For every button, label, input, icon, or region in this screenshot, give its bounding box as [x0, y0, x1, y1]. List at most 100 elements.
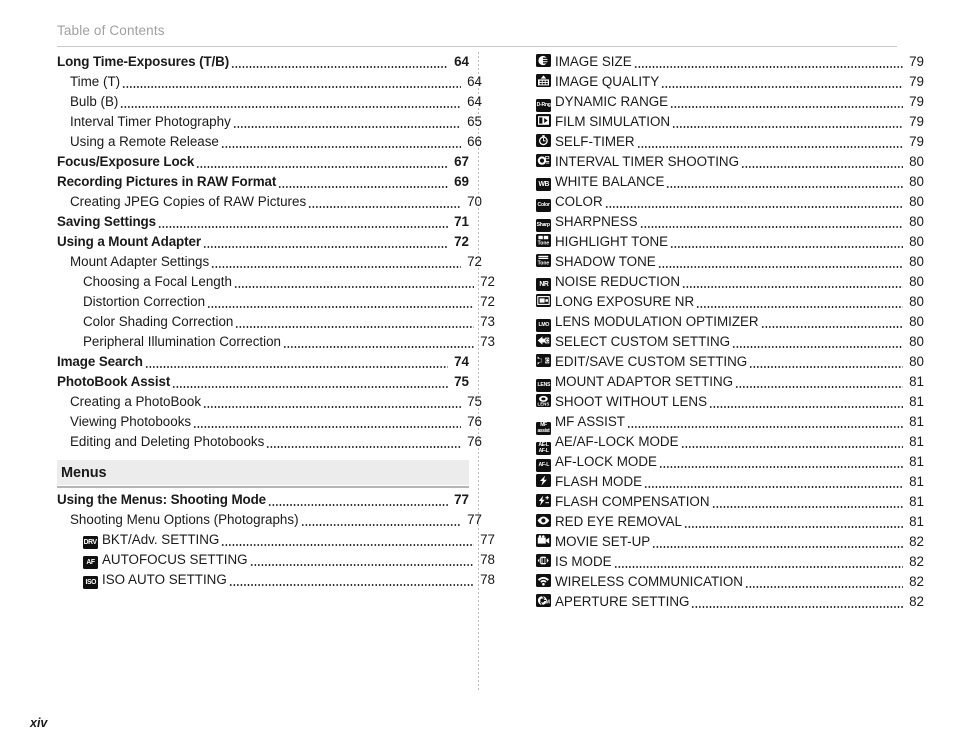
toc-entry[interactable]: FLASH MODE 81: [536, 472, 924, 492]
toc-entry[interactable]: Long Time-Exposures (T/B) 64: [57, 52, 469, 72]
color-icon: Color: [536, 198, 551, 212]
toc-entry[interactable]: IMAGE QUALITY 79: [536, 72, 924, 92]
toc-leader-dots: [613, 558, 903, 571]
toc-leader-dots: [282, 338, 474, 351]
toc-entry[interactable]: LONG EXPOSURE NR 80: [536, 292, 924, 312]
toc-entry[interactable]: Interval Timer Photography 65: [70, 112, 482, 132]
toc-entry[interactable]: LENS SHOOT WITHOUT LENS 81: [536, 392, 924, 412]
toc-entry[interactable]: M APERTURE SETTING 82: [536, 592, 924, 612]
toc-leader-dots: [711, 498, 903, 511]
toc-entry[interactable]: FLASH COMPENSATION 81: [536, 492, 924, 512]
toc-entry-page-number: 67: [454, 154, 469, 169]
toc-entry-page-number: 73: [480, 314, 495, 329]
toc-entry-page-number: 73: [480, 334, 495, 349]
toc-entry[interactable]: Tone HIGHLIGHT TONE 80: [536, 232, 924, 252]
toc-entry-title: SHOOT WITHOUT LENS: [555, 394, 708, 409]
toc-entry-page-number: 64: [467, 94, 482, 109]
toc-entry[interactable]: Sharp SHARPNESS 80: [536, 212, 924, 232]
toc-entry[interactable]: MF assist MF ASSIST 81: [536, 412, 924, 436]
toc-entry[interactable]: MOVIE SET-UP 82: [536, 532, 924, 552]
toc-entry[interactable]: WB WHITE BALANCE 80: [536, 172, 924, 192]
toc-entry-icon: [536, 514, 555, 527]
toc-entry[interactable]: C EDIT/SAVE CUSTOM SETTING 80: [536, 352, 924, 372]
toc-entry-page-number: 76: [467, 414, 482, 429]
toc-entry-icon: LENS: [536, 378, 555, 392]
toc-entry[interactable]: Focus/Exposure Lock 67: [57, 152, 469, 172]
toc-entry[interactable]: C SELECT CUSTOM SETTING 80: [536, 332, 924, 352]
toc-entry[interactable]: ISO ISO AUTO SETTING 78: [83, 570, 495, 590]
toc-entry-title: Using a Remote Release: [70, 134, 219, 149]
toc-entry[interactable]: RED EYE REMOVAL 81: [536, 512, 924, 532]
toc-entry-page-number: 79: [909, 134, 924, 149]
toc-entry[interactable]: Peripheral Illumination Correction 73: [83, 332, 495, 352]
toc-entry[interactable]: INTERVAL TIMER SHOOTING 80: [536, 152, 924, 172]
toc-entry[interactable]: Creating JPEG Copies of RAW Pictures 70: [70, 192, 482, 212]
toc-entry[interactable]: D-Rng DYNAMIC RANGE 79: [536, 92, 924, 112]
toc-entry-icon: ISO: [83, 575, 102, 589]
toc-entry[interactable]: Creating a PhotoBook 75: [70, 392, 482, 412]
toc-entry[interactable]: Color Shading Correction 73: [83, 312, 495, 332]
toc-entry[interactable]: PhotoBook Assist 75: [57, 372, 469, 392]
toc-entry-title: Image Search: [57, 354, 143, 369]
toc-entry-title: AF-LOCK MODE: [555, 454, 657, 469]
toc-entry[interactable]: Recording Pictures in RAW Format 69: [57, 172, 469, 192]
toc-entry[interactable]: IMAGE SIZE 79: [536, 52, 924, 72]
toc-entry[interactable]: AF AUTOFOCUS SETTING 78: [83, 550, 495, 570]
toc-entry-page-number: 72: [480, 274, 495, 289]
toc-entry[interactable]: Tone SHADOW TONE 80: [536, 252, 924, 272]
toc-entry-title: ISO AUTO SETTING: [102, 572, 227, 587]
toc-entry-page-number: 80: [909, 234, 924, 249]
toc-entry[interactable]: LMO LENS MODULATION OPTIMIZER 80: [536, 312, 924, 332]
toc-entry-icon: MF assist: [536, 422, 555, 436]
toc-left-column: Long Time-Exposures (T/B) 64 Time (T) 64 Bul…: [57, 52, 495, 590]
toc-entry[interactable]: AF-L AF-LOCK MODE 81: [536, 452, 924, 472]
toc-entry-title: Editing and Deleting Photobooks: [70, 434, 265, 449]
toc-entry[interactable]: Using a Remote Release 66: [70, 132, 482, 152]
toc-entry[interactable]: LENS MOUNT ADAPTOR SETTING 81: [536, 372, 924, 392]
toc-entry-title: Time (T): [70, 74, 121, 89]
toc-entry-title: Shooting Menu Options (Photographs): [70, 512, 299, 527]
toc-entry[interactable]: Editing and Deleting Photobooks 76: [70, 432, 482, 452]
toc-entry-icon: Color: [536, 198, 555, 212]
toc-entry[interactable]: Bulb (B) 64: [70, 92, 482, 112]
toc-leader-dots: [684, 518, 903, 531]
toc-entry[interactable]: Mount Adapter Settings 72: [70, 252, 482, 272]
toc-entry-page-number: 80: [909, 354, 924, 369]
toc-leader-dots: [233, 278, 474, 291]
toc-entry[interactable]: Using the Menus: Shooting Mode 77: [57, 490, 469, 510]
toc-entry[interactable]: Time (T) 64: [70, 72, 482, 92]
toc-entry[interactable]: Distortion Correction 72: [83, 292, 495, 312]
toc-entry[interactable]: FILM SIMULATION 79: [536, 112, 924, 132]
toc-entry-page-number: 80: [909, 174, 924, 189]
toc-entry[interactable]: IS MODE 82: [536, 552, 924, 572]
toc-entry[interactable]: Saving Settings 71: [57, 212, 469, 232]
toc-entry[interactable]: Image Search 74: [57, 352, 469, 372]
toc-entry[interactable]: Choosing a Focal Length 72: [83, 272, 495, 292]
toc-entry-icon: Tone: [536, 234, 555, 247]
toc-entry-title: DYNAMIC RANGE: [555, 94, 669, 109]
toc-entry-icon: NR: [536, 277, 555, 291]
toc-entry[interactable]: Using a Mount Adapter 72: [57, 232, 469, 252]
toc-entry-page-number: 80: [909, 154, 924, 169]
toc-entry[interactable]: Shooting Menu Options (Photographs) 77: [70, 510, 482, 530]
white-balance-icon: WB: [536, 177, 551, 191]
toc-leader-dots: [744, 578, 903, 591]
flash-mode-icon: [536, 474, 551, 487]
section-header-label: Menus: [61, 464, 107, 481]
toc-leader-dots: [735, 378, 903, 391]
toc-entry[interactable]: Color COLOR 80: [536, 192, 924, 212]
toc-entry[interactable]: AE-L AF-L AE/AF-LOCK MODE 81: [536, 432, 924, 456]
toc-leader-dots: [636, 138, 903, 151]
toc-entry[interactable]: NR NOISE REDUCTION 80: [536, 272, 924, 292]
toc-leader-dots: [652, 538, 903, 551]
toc-leader-dots: [220, 138, 461, 151]
toc-entry[interactable]: DRV BKT/Adv. SETTING 77: [83, 530, 495, 550]
toc-entry[interactable]: Viewing Photobooks 76: [70, 412, 482, 432]
toc-entry[interactable]: SELF-TIMER 79: [536, 132, 924, 152]
highlight-tone-icon: Tone: [536, 234, 551, 247]
image-size-icon: [536, 54, 551, 67]
toc-leader-dots: [120, 98, 461, 111]
toc-entry-page-number: 79: [909, 74, 924, 89]
toc-entry[interactable]: WIRELESS COMMUNICATION 82: [536, 572, 924, 592]
toc-entry-page-number: 81: [909, 414, 924, 429]
